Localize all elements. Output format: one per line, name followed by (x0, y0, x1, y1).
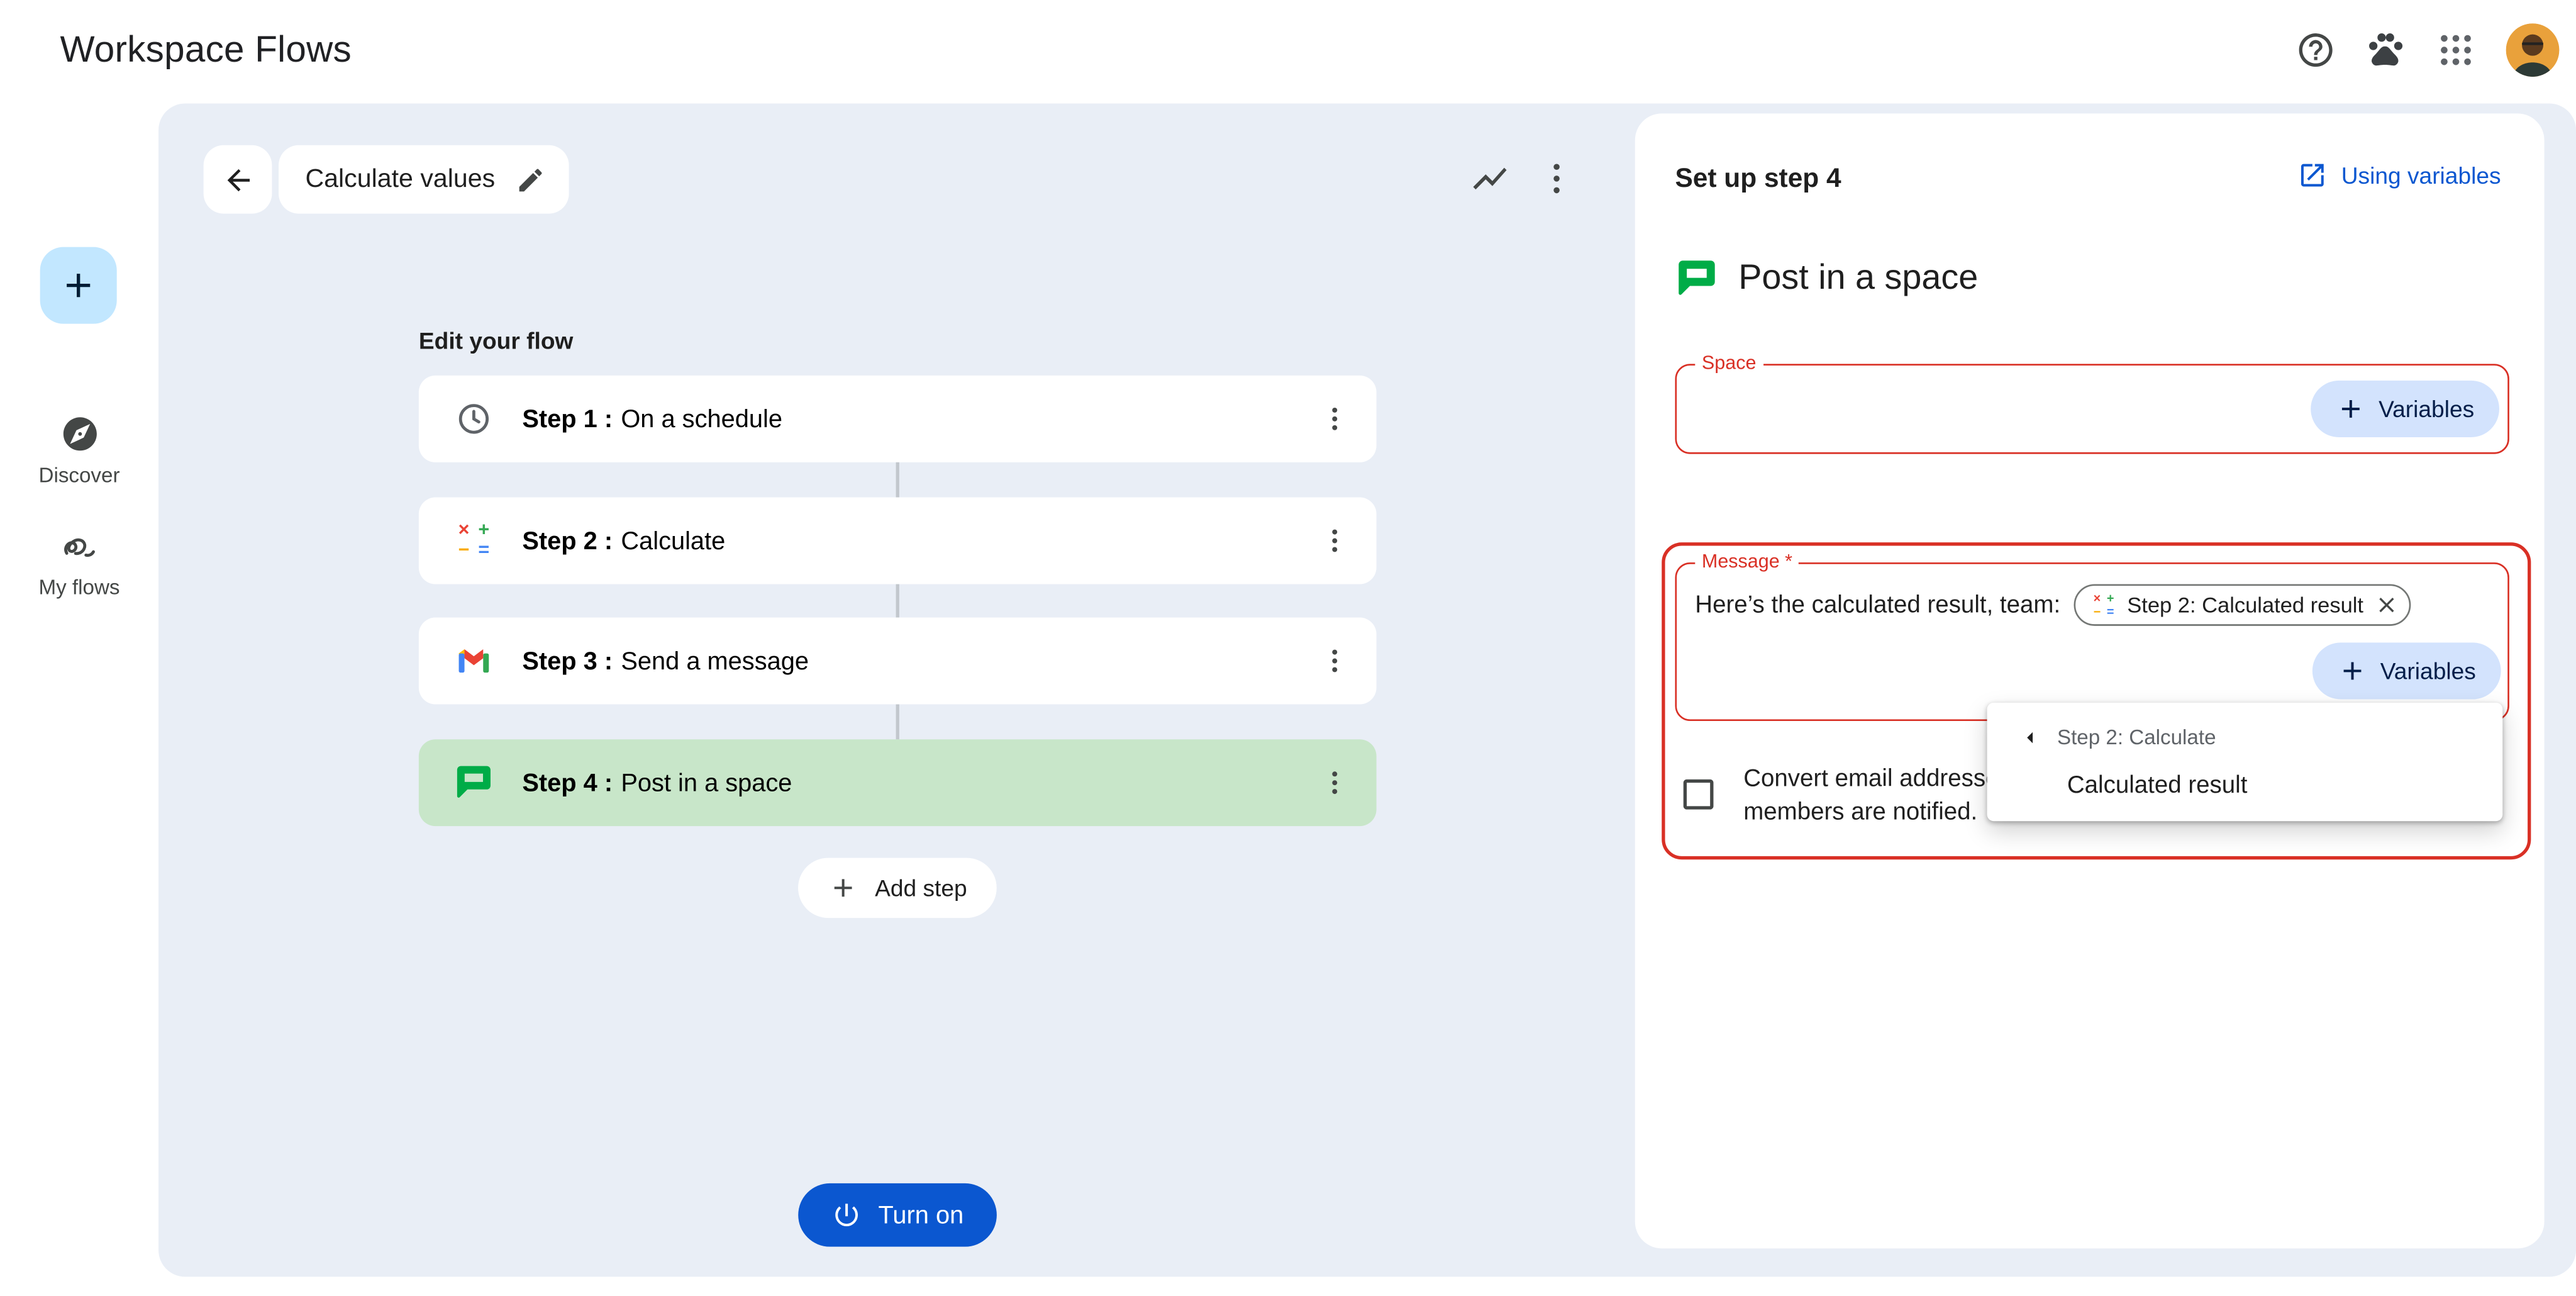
chat-icon (1675, 257, 1718, 301)
plus-icon (58, 265, 99, 306)
step-label: Step 3 :Send a message (522, 647, 809, 675)
pets-button[interactable] (2366, 30, 2406, 70)
variables-menu-item-calculated-result[interactable]: Calculated result (2067, 763, 2248, 809)
step-connector (896, 462, 899, 498)
using-variables-link[interactable]: Using variables (2298, 160, 2501, 191)
message-content: Here’s the calculated result, team: ×+−=… (1695, 584, 2410, 625)
flow-title: Calculate values (305, 164, 495, 194)
step-card-4[interactable]: Step 4 :Post in a space (419, 739, 1377, 826)
step-label: Step 2 :Calculate (522, 527, 725, 555)
step-card-2[interactable]: ×+−= Step 2 :Calculate (419, 498, 1377, 584)
panel-header: Set up step 4 (1675, 165, 1841, 196)
step-menu-button[interactable] (1319, 404, 1350, 434)
sidebar-item-my-flows[interactable]: My flows (0, 526, 158, 600)
gmail-icon (452, 639, 496, 683)
convert-email-checkbox[interactable] (1684, 779, 1714, 810)
topbar-actions (2296, 0, 2559, 100)
step-label: Step 1 :On a schedule (522, 405, 782, 433)
flow-title-chip[interactable]: Calculate values (279, 145, 569, 214)
power-icon (831, 1200, 862, 1230)
turn-on-button[interactable]: Turn on (798, 1183, 997, 1247)
plus-icon (828, 873, 858, 903)
canvas-actions (1470, 159, 1577, 199)
variables-menu-group-label: Step 2: Calculate (2057, 726, 2216, 749)
sidebar-item-label: My flows (39, 576, 120, 599)
calculate-icon: ×+−= (452, 519, 496, 562)
schedule-icon (452, 397, 496, 440)
back-arrow-icon (221, 163, 255, 196)
help-icon (2296, 30, 2336, 70)
variables-menu: Step 2: Calculate Calculated result (1987, 703, 2503, 821)
variable-chip[interactable]: ×+−= Step 2: Calculated result (2074, 584, 2410, 625)
flow-menu-button[interactable] (1536, 159, 1577, 199)
using-variables-label: Using variables (2341, 162, 2501, 188)
pets-icon (2366, 30, 2406, 70)
space-field-label: Space (1695, 354, 1763, 374)
arrow-left-icon (2017, 724, 2043, 751)
activity-button[interactable] (1470, 159, 1510, 199)
space-variables-button[interactable]: Variables (2310, 381, 2499, 437)
line-chart-icon (1470, 159, 1510, 199)
panel-step-title: Post in a space (1738, 259, 1978, 299)
variables-label: Variables (2380, 657, 2476, 684)
flows-icon (59, 526, 99, 566)
avatar[interactable] (2506, 23, 2560, 77)
apps-grid-icon (2436, 30, 2476, 70)
sidebar-item-discover[interactable]: Discover (0, 414, 158, 488)
edit-pencil-icon[interactable] (515, 164, 545, 194)
space-field[interactable]: Space Variables (1675, 364, 2509, 454)
step-card-1[interactable]: Step 1 :On a schedule (419, 376, 1377, 462)
plus-icon (2335, 394, 2365, 424)
turn-on-label: Turn on (879, 1201, 964, 1229)
step-menu-button[interactable] (1319, 526, 1350, 556)
calculate-icon: ×+−= (2090, 591, 2117, 618)
add-step-button[interactable]: Add step (798, 858, 997, 919)
back-button[interactable] (204, 145, 272, 214)
panel-step-title-row: Post in a space (1675, 257, 1978, 301)
message-field-label: Message * (1695, 552, 1799, 573)
message-text: Here’s the calculated result, team: (1695, 591, 2060, 618)
add-step-label: Add step (875, 874, 967, 901)
more-vert-icon (1536, 159, 1577, 199)
step-card-3[interactable]: Step 3 :Send a message (419, 618, 1377, 705)
compass-icon (59, 414, 99, 454)
step-menu-button[interactable] (1319, 646, 1350, 676)
edit-your-flow-heading: Edit your flow (419, 327, 574, 354)
apps-grid-button[interactable] (2436, 30, 2476, 70)
step-connector (896, 705, 899, 740)
workspace-flows-app: Workspace Flows (0, 0, 2576, 1296)
chat-icon (452, 761, 496, 805)
step-label: Step 4 :Post in a space (522, 769, 792, 797)
help-button[interactable] (2296, 30, 2336, 70)
message-variables-button[interactable]: Variables (2312, 642, 2501, 699)
setup-panel: Set up step 4 Using variables Post in a … (1635, 113, 2545, 1248)
step-connector (896, 584, 899, 617)
sidebar-item-label: Discover (39, 464, 120, 487)
top-bar: Workspace Flows (0, 0, 2576, 100)
variables-menu-group[interactable]: Step 2: Calculate (2017, 718, 2216, 758)
variable-chip-label: Step 2: Calculated result (2127, 593, 2363, 618)
close-icon[interactable] (2373, 593, 2399, 618)
open-in-new-icon (2298, 160, 2328, 191)
new-flow-button[interactable] (40, 247, 117, 324)
avatar-image (2506, 23, 2560, 77)
app-title: Workspace Flows (60, 0, 352, 100)
step-menu-button[interactable] (1319, 768, 1350, 798)
variables-label: Variables (2379, 396, 2474, 422)
plus-icon (2337, 656, 2367, 686)
